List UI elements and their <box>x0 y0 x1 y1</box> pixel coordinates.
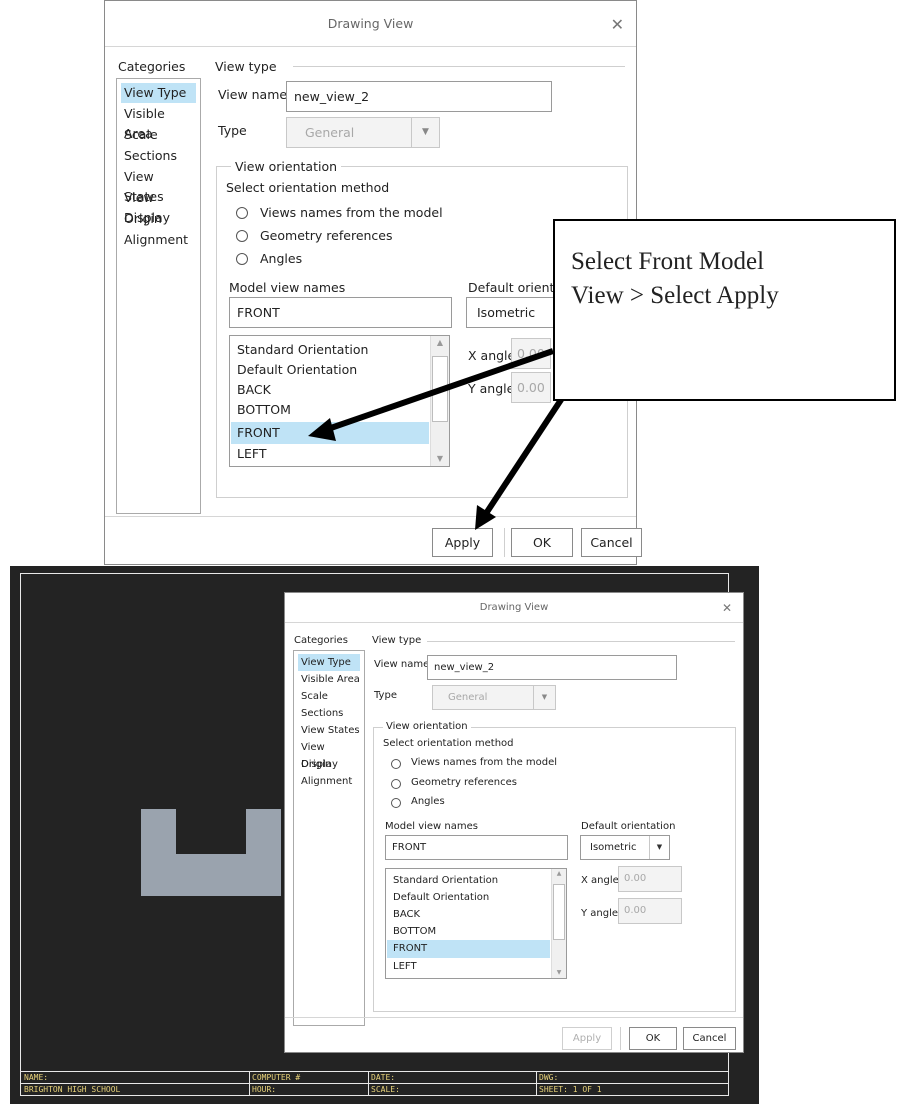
annotation-arrows <box>308 348 581 530</box>
callout-line-2: View > Select Apply <box>571 282 779 309</box>
callout-line-1: Select Front Model <box>571 248 765 275</box>
arrow-to-front-item <box>324 348 554 433</box>
instruction-callout: Select Front Model View > Select Apply <box>553 219 896 401</box>
arrow-head-front <box>308 418 336 441</box>
arrow-head-apply <box>475 505 496 530</box>
